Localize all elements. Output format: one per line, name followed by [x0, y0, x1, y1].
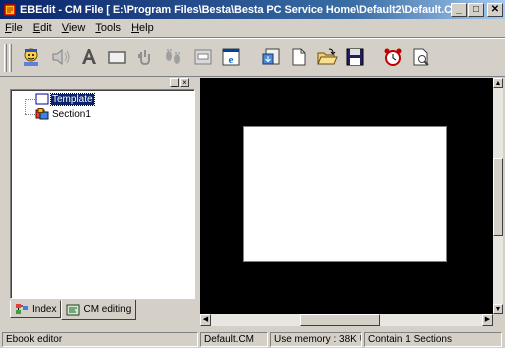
horizontal-scroll-thumb[interactable]: [300, 314, 380, 326]
toolbar-grip[interactable]: [4, 44, 7, 72]
menu-tools[interactable]: Tools: [90, 22, 126, 34]
tab-cm-editing[interactable]: CM editing: [61, 300, 137, 320]
menu-view[interactable]: View: [57, 22, 91, 34]
maximize-button[interactable]: □: [468, 2, 484, 17]
svg-text:e: e: [229, 54, 234, 66]
rectangle-icon: [108, 51, 126, 64]
status-bar: Ebook editor Default.CM Use memory : 38K…: [0, 330, 505, 348]
title-bar: EBEdit - CM File [ E:\Program Files\Best…: [0, 0, 505, 19]
ie-page-icon: e: [222, 48, 240, 66]
minimize-icon: _: [456, 3, 462, 15]
tab-label: CM editing: [83, 304, 132, 315]
app-logo-icon[interactable]: [3, 3, 17, 17]
horizontal-scrollbar[interactable]: ◀ ▶: [200, 314, 493, 326]
page-icon: [35, 93, 49, 105]
tree-connector: [25, 99, 35, 100]
menu-file[interactable]: File: [0, 22, 28, 34]
scrollbar-corner: [493, 314, 503, 326]
import-button[interactable]: [258, 44, 284, 70]
status-file: Default.CM: [200, 331, 268, 347]
tree-node-section1[interactable]: Section1: [35, 108, 92, 120]
status-message: Ebook editor: [2, 331, 198, 347]
scroll-up-button[interactable]: ▲: [493, 78, 503, 88]
save-icon: [346, 48, 364, 66]
scroll-down-button[interactable]: ▼: [493, 304, 503, 314]
sound-button[interactable]: [48, 44, 74, 70]
new-document-icon: [292, 48, 306, 66]
vertical-scroll-thumb[interactable]: [493, 158, 503, 236]
panel-close-button[interactable]: ×: [180, 78, 189, 87]
menu-help[interactable]: Help: [126, 22, 159, 34]
hand-icon: [138, 50, 150, 66]
editor-canvas[interactable]: [200, 78, 493, 314]
textbox-button[interactable]: [190, 44, 216, 70]
vertical-scrollbar[interactable]: ▲ ▼: [493, 78, 503, 314]
rectangle-button[interactable]: [104, 44, 130, 70]
arrow-down-icon: ▼: [494, 306, 502, 313]
tree-node-label: Section1: [52, 108, 91, 120]
close-icon: ✕: [490, 3, 500, 15]
toolbar: e: [0, 37, 505, 77]
close-button[interactable]: ✕: [487, 2, 503, 17]
open-button[interactable]: [314, 44, 340, 70]
menu-edit[interactable]: Edit: [28, 22, 57, 34]
footprints-button[interactable]: [160, 44, 186, 70]
status-memory: Use memory : 38K Us: [270, 331, 362, 347]
tab-index[interactable]: Index: [10, 300, 62, 318]
tab-label: Index: [32, 303, 57, 315]
hand-button[interactable]: [132, 44, 158, 70]
wizard-button[interactable]: [18, 44, 44, 70]
tree-connector: [25, 99, 26, 114]
print-preview-button[interactable]: [408, 44, 434, 70]
speaker-icon: [52, 48, 70, 66]
menu-bar: File Edit View Tools Help: [0, 19, 505, 37]
save-button[interactable]: [342, 44, 368, 70]
panel-header: _ ×: [2, 78, 197, 88]
panel-minimize-button[interactable]: _: [170, 78, 179, 87]
web-page-button[interactable]: e: [218, 44, 244, 70]
alarm-clock-icon: [384, 48, 402, 66]
footprints-icon: [166, 49, 180, 64]
text-button[interactable]: [76, 44, 102, 70]
arrow-up-icon: ▲: [494, 80, 502, 87]
text-icon: [82, 49, 96, 64]
left-panel: _ × Template Section1 Index CM editing: [2, 78, 197, 324]
page-preview[interactable]: [243, 126, 447, 262]
import-icon: [262, 48, 280, 65]
panel-tabs: Index CM editing: [10, 300, 137, 320]
cm-editing-icon: [66, 304, 80, 315]
scroll-right-button[interactable]: ▶: [482, 314, 493, 326]
tree-connector: [25, 114, 35, 115]
status-sections: Contain 1 Sections: [364, 331, 502, 347]
open-folder-icon: [317, 48, 338, 65]
arrow-left-icon: ◀: [202, 316, 209, 323]
new-document-button[interactable]: [286, 44, 312, 70]
print-preview-icon: [413, 48, 429, 66]
wizard-icon: [24, 48, 38, 66]
alarm-button[interactable]: [380, 44, 406, 70]
textbox-icon: [194, 49, 212, 65]
tree-node-label: Template: [50, 92, 95, 106]
maximize-icon: □: [472, 3, 480, 15]
window-title: EBEdit - CM File [ E:\Program Files\Best…: [20, 3, 451, 16]
minimize-button[interactable]: _: [451, 2, 467, 17]
section-icon: [35, 108, 49, 120]
index-icon: [16, 304, 28, 314]
scroll-left-button[interactable]: ◀: [200, 314, 211, 326]
section-tree[interactable]: Template Section1: [10, 89, 195, 299]
arrow-right-icon: ▶: [484, 316, 491, 323]
toolbar-grip[interactable]: [9, 44, 12, 72]
tree-node-template[interactable]: Template: [35, 92, 95, 106]
